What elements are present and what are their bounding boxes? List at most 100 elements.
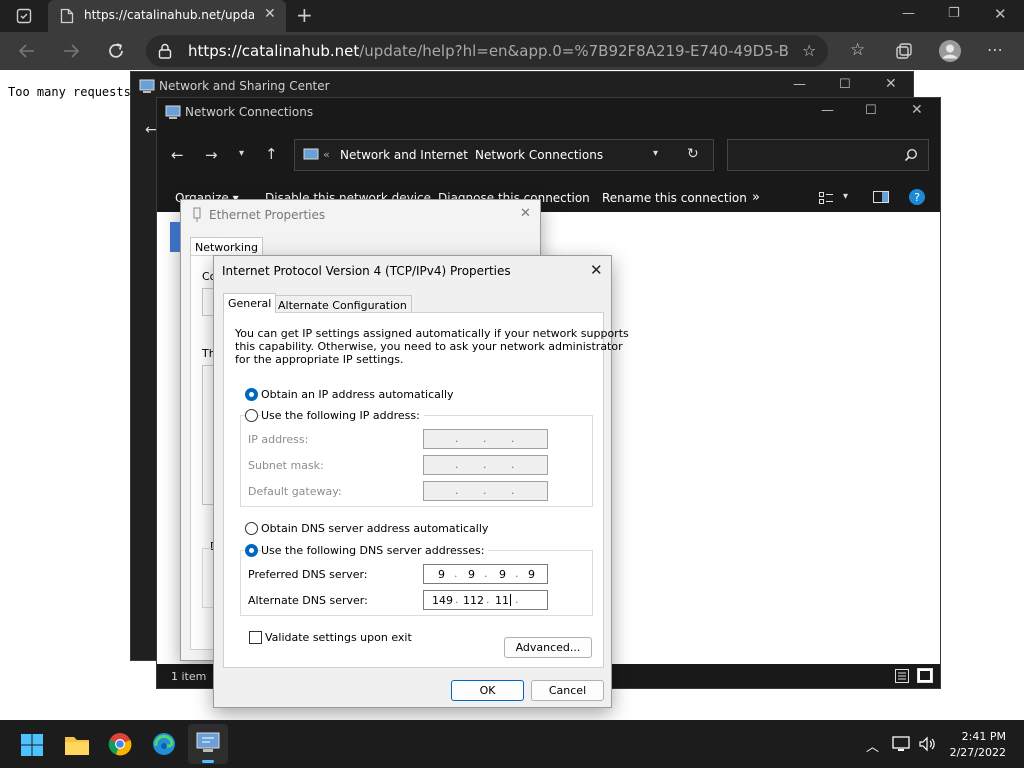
new-tab-icon[interactable]: + — [296, 3, 313, 27]
profile-avatar-icon[interactable] — [938, 39, 962, 63]
ok-button[interactable]: OK — [451, 680, 524, 701]
url-bar[interactable]: https://catalinahub.net/update/help?hl=e… — [146, 35, 828, 67]
tab-title: https://catalinahub.net/update/h — [84, 8, 254, 22]
alternate-dns-field[interactable]: 149 . 112 . 11 . — [423, 590, 548, 610]
nc-title: Network Connections — [185, 105, 314, 119]
preview-pane-icon[interactable] — [873, 191, 889, 203]
ipv4-close-icon[interactable]: ✕ — [590, 261, 603, 279]
description-line-1: You can get IP settings assigned automat… — [235, 327, 629, 340]
subnet-mask-field: . . . — [423, 455, 548, 475]
obtain-ip-auto-label[interactable]: Obtain an IP address automatically — [261, 388, 454, 401]
ipv4-properties-dialog: Internet Protocol Version 4 (TCP/IPv4) P… — [213, 255, 629, 708]
page-icon — [60, 8, 74, 24]
chrome-icon[interactable] — [108, 732, 132, 756]
lock-icon[interactable] — [158, 43, 172, 59]
preferred-dns-label: Preferred DNS server: — [248, 568, 368, 581]
nsc-close-icon[interactable]: ✕ — [885, 76, 897, 92]
breadcrumb-network-internet[interactable]: Network and Internet — [340, 148, 468, 162]
tab-alternate-configuration[interactable]: Alternate Configuration — [273, 295, 412, 313]
add-favorite-icon[interactable]: ☆ — [802, 41, 816, 60]
close-window-icon[interactable]: ✕ — [994, 5, 1007, 23]
alternate-dns-label: Alternate DNS server: — [248, 594, 368, 607]
breadcrumb-prefix[interactable]: « — [323, 148, 330, 161]
network-connections-taskbar-icon[interactable] — [188, 724, 228, 764]
ethernet-dialog-title: Ethernet Properties — [209, 208, 326, 222]
clock-date[interactable]: 2/27/2022 — [940, 746, 1006, 759]
minimize-icon[interactable]: — — [902, 6, 915, 21]
view-dropdown-icon[interactable]: ▾ — [843, 191, 848, 202]
obtain-dns-auto-label[interactable]: Obtain DNS server address automatically — [261, 522, 488, 535]
refresh-icon[interactable] — [106, 41, 126, 61]
volume-icon[interactable] — [918, 736, 936, 752]
edge-icon[interactable] — [152, 732, 176, 756]
nc-back-icon[interactable]: ← — [171, 146, 184, 164]
taskbar: ︿ 2:41 PM 2/27/2022 — [0, 720, 1024, 768]
cancel-button[interactable]: Cancel — [531, 680, 604, 701]
active-app-indicator — [202, 760, 214, 763]
nsc-maximize-icon[interactable]: ☐ — [839, 77, 851, 92]
item-count: 1 item — [171, 670, 207, 683]
nc-maximize-icon[interactable]: ☐ — [865, 103, 877, 118]
nc-recent-icon[interactable]: ▾ — [239, 148, 244, 159]
tab-networking[interactable]: Networking — [190, 237, 263, 257]
validate-settings-label[interactable]: Validate settings upon exit — [265, 631, 412, 644]
advanced-button[interactable]: Advanced... — [504, 637, 592, 658]
nc-up-icon[interactable]: ↑ — [265, 145, 278, 163]
obtain-dns-auto-radio[interactable] — [245, 522, 258, 535]
use-following-dns-radio[interactable] — [245, 544, 258, 557]
address-dropdown-icon[interactable]: ▾ — [653, 148, 658, 159]
view-options-icon[interactable] — [819, 192, 833, 204]
nsc-back-icon[interactable]: ← — [145, 122, 157, 138]
preferred-dns-field[interactable]: 9 . 9 . 9 . 9 — [423, 564, 548, 584]
use-following-dns-label[interactable]: Use the following DNS server addresses: — [261, 544, 489, 557]
page-message: Too many requests — [8, 85, 131, 99]
details-view-icon[interactable] — [895, 669, 909, 683]
browser-tab[interactable]: https://catalinahub.net/update/h ✕ — [48, 0, 286, 32]
nc-address-icon — [303, 147, 319, 163]
restore-icon[interactable]: ❐ — [948, 6, 960, 21]
use-following-ip-radio[interactable] — [245, 409, 258, 422]
help-icon[interactable]: ? — [909, 189, 925, 205]
close-tab-icon[interactable]: ✕ — [264, 6, 276, 22]
validate-settings-checkbox[interactable] — [249, 631, 262, 644]
svg-text:?: ? — [914, 191, 920, 204]
clock-time[interactable]: 2:41 PM — [940, 730, 1006, 743]
nsc-title: Network and Sharing Center — [159, 79, 330, 93]
tiles-view-icon[interactable] — [917, 668, 933, 683]
file-explorer-icon[interactable] — [64, 734, 90, 756]
show-hidden-icons-icon[interactable]: ︿ — [866, 736, 879, 755]
default-gateway-label: Default gateway: — [248, 485, 342, 498]
nc-close-icon[interactable]: ✕ — [911, 102, 923, 118]
more-commands-button[interactable]: » — [752, 190, 760, 205]
collections-icon[interactable] — [895, 42, 913, 60]
general-tab-panel: You can get IP settings assigned automat… — [223, 312, 629, 668]
more-menu-icon[interactable]: ⋯ — [987, 40, 1003, 59]
favorites-icon[interactable]: ☆ — [850, 40, 865, 60]
network-tray-icon[interactable] — [892, 736, 910, 752]
breadcrumb-separator-icon: › — [458, 147, 464, 162]
description-line-2: this capability. Otherwise, you need to … — [235, 340, 623, 353]
url-text: https://catalinahub.net/update/help?hl=e… — [188, 42, 788, 60]
ethernet-close-icon[interactable]: ✕ — [520, 206, 531, 221]
description-line-3: for the appropriate IP settings. — [235, 353, 404, 366]
nc-forward-icon[interactable]: → — [205, 146, 218, 164]
use-following-ip-label[interactable]: Use the following IP address: — [261, 409, 424, 422]
rename-connection-button[interactable]: Rename this connection — [602, 191, 747, 205]
address-refresh-icon[interactable]: ↻ — [687, 146, 699, 162]
nc-search-box[interactable] — [727, 139, 929, 171]
nsc-app-icon — [139, 78, 155, 94]
nsc-minimize-icon[interactable]: — — [793, 77, 806, 92]
back-icon[interactable] — [18, 42, 36, 60]
breadcrumb-network-connections[interactable]: Network Connections — [475, 148, 603, 162]
search-icon[interactable] — [904, 148, 918, 162]
nc-minimize-icon[interactable]: — — [821, 103, 834, 118]
nc-address-bar[interactable]: « Network and Internet › Network Connect… — [294, 139, 714, 171]
subnet-mask-label: Subnet mask: — [248, 459, 324, 472]
tab-general[interactable]: General — [223, 293, 277, 313]
ethernet-dialog-icon — [191, 207, 203, 223]
tab-actions-icon[interactable] — [16, 8, 32, 24]
start-icon[interactable] — [21, 734, 43, 756]
forward-icon[interactable] — [62, 42, 80, 60]
text-cursor — [510, 594, 511, 606]
obtain-ip-auto-radio[interactable] — [245, 388, 258, 401]
